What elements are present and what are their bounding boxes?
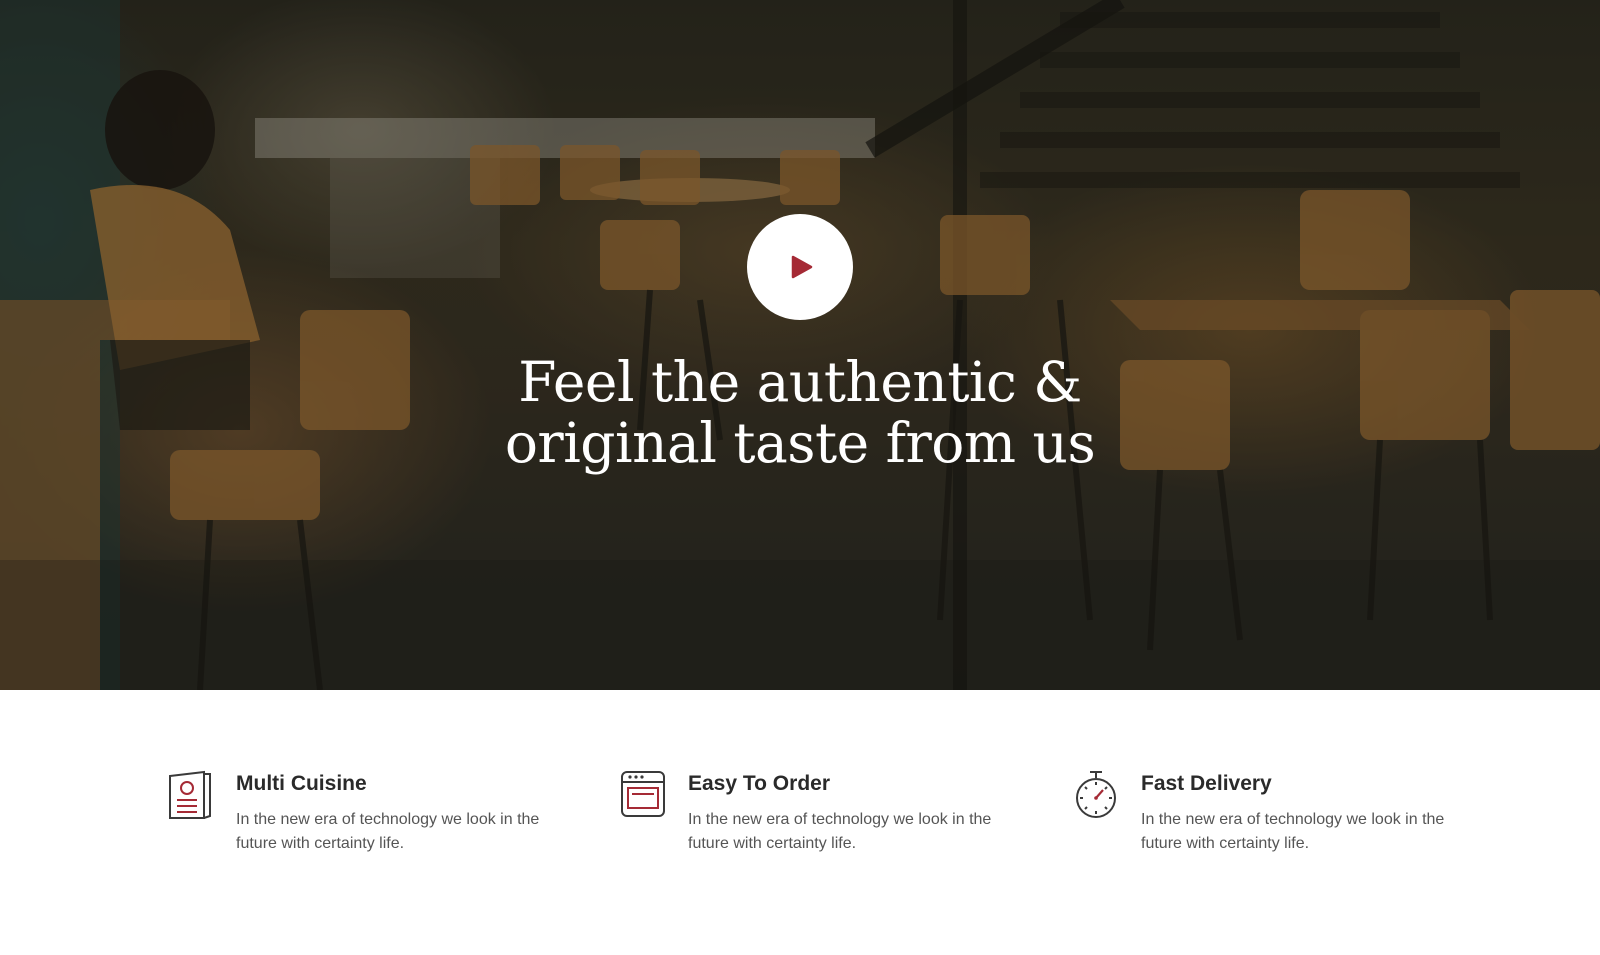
play-icon bbox=[791, 255, 813, 279]
hero-dark-overlay bbox=[0, 0, 1600, 690]
play-video-button[interactable] bbox=[747, 214, 853, 320]
oven-icon bbox=[621, 771, 665, 817]
feature-multi-cuisine: Multi Cuisine In the new era of technolo… bbox=[168, 770, 568, 880]
stopwatch-icon bbox=[1076, 771, 1116, 818]
menu-card-icon bbox=[169, 770, 211, 819]
feature-description: In the new era of technology we look in … bbox=[688, 811, 992, 852]
hero-title: Feel the authentic & original taste from… bbox=[400, 352, 1200, 474]
hero-section: Feel the authentic & original taste from… bbox=[0, 0, 1600, 690]
hero-title-line-2: original taste from us bbox=[504, 411, 1096, 475]
feature-title: Easy To Order bbox=[688, 772, 830, 795]
feature-description: In the new era of technology we look in … bbox=[236, 811, 540, 852]
feature-title: Multi Cuisine bbox=[236, 772, 367, 795]
feature-description: In the new era of technology we look in … bbox=[1141, 811, 1445, 852]
feature-easy-to-order: Easy To Order In the new era of technolo… bbox=[620, 770, 1020, 880]
hero-title-line-1: Feel the authentic & bbox=[518, 350, 1082, 414]
feature-fast-delivery: Fast Delivery In the new era of technolo… bbox=[1073, 770, 1473, 880]
features-section: Multi Cuisine In the new era of technolo… bbox=[0, 690, 1600, 955]
feature-title: Fast Delivery bbox=[1141, 772, 1272, 795]
